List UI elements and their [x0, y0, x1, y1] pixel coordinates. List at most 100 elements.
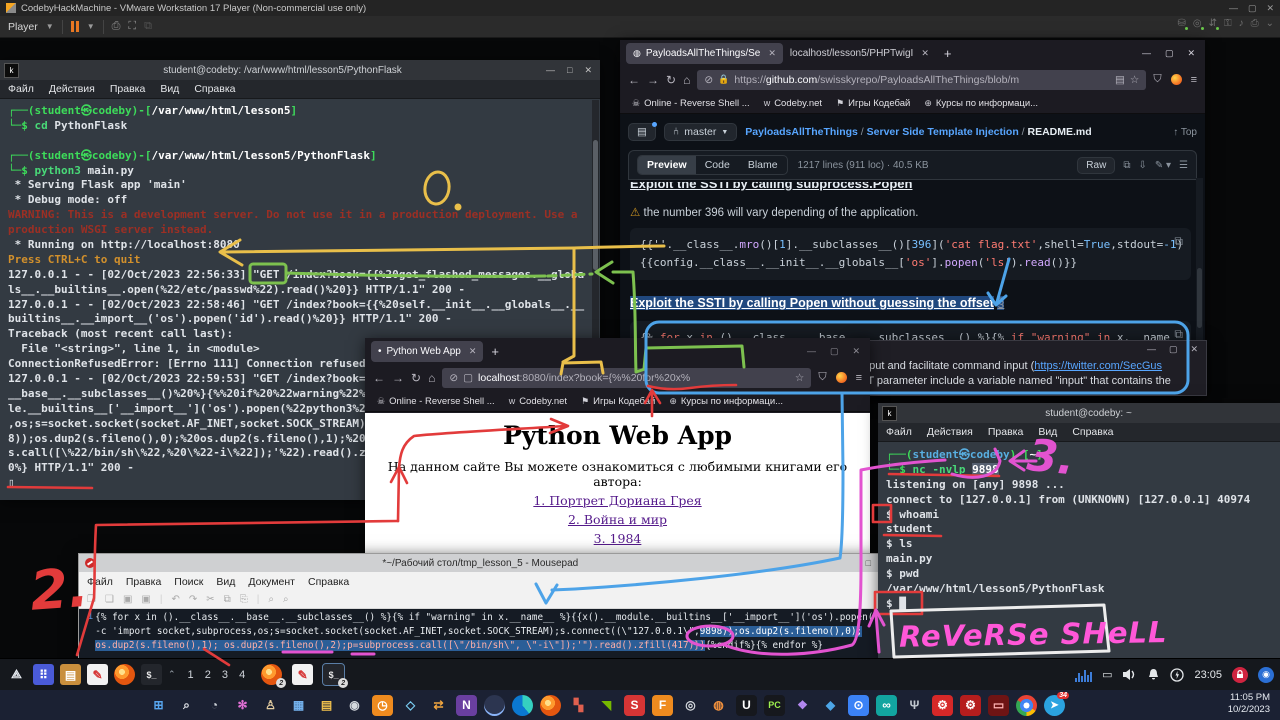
bookmark-star-icon[interactable]: ☆	[795, 372, 804, 384]
terminal-titlebar[interactable]: k student@codeby: ~	[878, 403, 1280, 423]
app-camera[interactable]: ◎	[680, 695, 701, 716]
firefox[interactable]	[540, 695, 561, 716]
menu-item[interactable]: Справка	[308, 576, 349, 588]
app-tabby[interactable]: ◇	[400, 695, 421, 716]
back-button[interactable]: ←	[373, 371, 385, 385]
home-button[interactable]: ⌂	[428, 371, 435, 385]
pocket-icon[interactable]: ⛉	[818, 371, 826, 384]
bookmark-codeby[interactable]: wCodeby.net	[764, 98, 822, 109]
raw-button[interactable]: Raw	[1077, 157, 1115, 174]
branch-selector[interactable]: ⑃master▼	[664, 123, 737, 141]
bookmark-courses[interactable]: ⊕Курсы по информаци...	[924, 98, 1038, 109]
chrome[interactable]	[484, 695, 505, 716]
menu-item[interactable]: Вид	[216, 576, 235, 588]
mousepad-icon[interactable]: ✎	[87, 664, 108, 685]
search-button[interactable]: ⌕	[176, 695, 197, 716]
send-ctrl-alt-del-button[interactable]: ⎙	[112, 20, 121, 33]
forward-button[interactable]: →	[647, 73, 659, 87]
bookmark-courses[interactable]: ⊕Курсы по информаци...	[669, 396, 783, 407]
bookmark-star-icon[interactable]: ☆	[1130, 74, 1139, 86]
menu-item[interactable]: Действия	[49, 83, 95, 95]
pause-button[interactable]	[71, 21, 79, 32]
menu-icon[interactable]: ≡	[1191, 74, 1197, 86]
menu-item[interactable]: Справка	[1072, 426, 1113, 438]
player-menu[interactable]: Player	[8, 21, 38, 33]
menu-item[interactable]: Правка	[110, 83, 145, 95]
new-tab-button[interactable]: +	[491, 344, 499, 359]
close-icon[interactable]: ✕	[1187, 48, 1195, 59]
undo-icon[interactable]: ↶	[171, 594, 179, 605]
redo-icon[interactable]: ↷	[189, 594, 197, 605]
outline-icon[interactable]: ☰	[1179, 160, 1188, 171]
new-tab-button[interactable]: +	[944, 46, 952, 61]
maximize-icon[interactable]: ▢	[1165, 48, 1174, 59]
vpn-tray-icon[interactable]: ◉	[1258, 667, 1274, 683]
unity-button[interactable]: ⧉	[144, 20, 152, 33]
menu-icon[interactable]: ≡	[856, 372, 862, 384]
file-manager-icon[interactable]: ▤	[60, 664, 81, 685]
book-link-3[interactable]: 3. 1984	[365, 531, 870, 546]
file-explorer[interactable]: ▤	[316, 695, 337, 716]
mousepad-editor[interactable]: 1 {% for x in ().__class__.__base__.__su…	[79, 609, 879, 660]
forward-button[interactable]: →	[392, 371, 404, 385]
home-button[interactable]: ⌂	[683, 73, 690, 87]
close-icon[interactable]: ✕	[1190, 344, 1198, 355]
app-maps[interactable]: ⊙	[848, 695, 869, 716]
app-arduino[interactable]: ∞	[876, 695, 897, 716]
tab-php-twig[interactable]: localhost/lesson5/PHPTwigI✕	[783, 43, 936, 64]
bookmark-games[interactable]: ⚑Игры Кодебай	[581, 396, 655, 407]
maximize-icon[interactable]: ▢	[830, 346, 839, 357]
usb-device-icon[interactable]: ⚿	[1224, 18, 1232, 29]
bookmark-games[interactable]: ⚑Игры Кодебай	[836, 98, 910, 109]
reload-button[interactable]: ↻	[411, 371, 421, 385]
search-icon[interactable]: ⌕	[268, 594, 274, 605]
collapse-devices-icon[interactable]: ⌄	[1266, 18, 1274, 29]
menu-item[interactable]: Справка	[194, 83, 235, 95]
save-as-icon[interactable]: ▣	[141, 594, 150, 605]
vmware-window-controls[interactable]: —▢✕	[1229, 3, 1274, 14]
reader-mode-icon[interactable]: ▤	[1115, 74, 1125, 86]
bell-icon[interactable]	[1147, 668, 1160, 681]
menu-item[interactable]: Файл	[87, 576, 113, 588]
minimize-icon[interactable]: —	[1147, 344, 1156, 355]
close-icon[interactable]: ✕	[852, 346, 860, 357]
menu-item[interactable]: Вид	[160, 83, 179, 95]
tab-code[interactable]: Code	[696, 156, 739, 174]
sound-device-icon[interactable]: ♪	[1239, 18, 1244, 29]
network-device-icon[interactable]: ⇵	[1209, 18, 1217, 29]
tab-github[interactable]: ◍ PayloadsAllTheThings/Se✕	[626, 43, 783, 64]
edit-icon[interactable]: ✎ ▾	[1155, 160, 1171, 171]
app-profile[interactable]: ♙	[260, 695, 281, 716]
menu-item[interactable]: Правка	[126, 576, 161, 588]
replace-icon[interactable]: ⌕	[283, 594, 289, 605]
app-paint[interactable]: ▚	[568, 695, 589, 716]
lock-tray-icon[interactable]	[1232, 667, 1248, 683]
reload-button[interactable]: ↻	[666, 73, 676, 87]
breadcrumb[interactable]: PayloadsAllTheThings / Server Side Templ…	[745, 126, 1091, 138]
app-unreal[interactable]: U	[736, 695, 757, 716]
back-button[interactable]: ←	[628, 73, 640, 87]
display-icon[interactable]: ▭	[1102, 668, 1112, 681]
menu-item[interactable]: Действия	[927, 426, 973, 438]
chrome-profile[interactable]	[1016, 695, 1037, 716]
menu-item[interactable]: Поиск	[174, 576, 203, 588]
bookmark-codeby[interactable]: wCodeby.net	[509, 396, 567, 407]
terminal-titlebar[interactable]: k student@codeby: /var/www/html/lesson5/…	[0, 60, 600, 80]
app-onenote[interactable]: N	[456, 695, 477, 716]
app-blender[interactable]: ◍	[708, 695, 729, 716]
expand-icon[interactable]: ⌃	[168, 669, 176, 680]
app-sharex[interactable]: S	[624, 695, 645, 716]
book-link-2[interactable]: 2. Война и мир	[365, 512, 870, 527]
speaker-icon[interactable]	[1122, 668, 1137, 681]
start-button[interactable]: ⊞	[148, 695, 169, 716]
app-pycharm[interactable]: PC	[764, 695, 785, 716]
book-link-1[interactable]: 1. Портрет Дориана Грея	[365, 493, 870, 508]
firefox-icon[interactable]	[114, 664, 135, 685]
mousepad-titlebar[interactable]: *~/Рабочий стол/tmp_lesson_5 - Mousepad …	[79, 554, 879, 572]
menu-item[interactable]: Файл	[886, 426, 912, 438]
close-tab-icon[interactable]: ✕	[469, 346, 477, 357]
pocket-icon[interactable]: ⛉	[1153, 73, 1161, 86]
app-calendar[interactable]: ▦	[288, 695, 309, 716]
url-bar[interactable]: ⊘ ▢ localhost:8080/index?book={%%20for%2…	[442, 368, 811, 388]
printer-device-icon[interactable]: ⎙	[1251, 18, 1259, 29]
